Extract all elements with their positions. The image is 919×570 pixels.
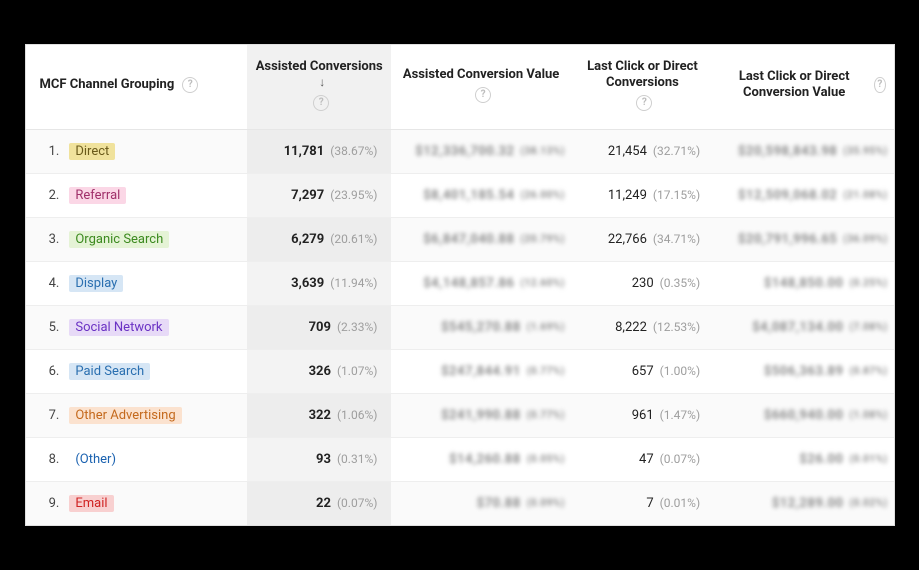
row-acv-obscured: $12,336,700.32(38.13%) [391, 129, 570, 173]
row-assisted: 709(2.33%) [247, 305, 391, 349]
table-header-row: MCF Channel Grouping ? Assisted Conversi… [26, 45, 894, 129]
row-lcv-obscured: $4,087,134.00(7.08%) [714, 305, 893, 349]
row-channel[interactable]: Organic Search [61, 217, 247, 261]
channel-badge: (Other) [69, 451, 122, 468]
channel-badge: Direct [69, 143, 115, 160]
row-last: 230(0.35%) [571, 261, 714, 305]
row-lcv-obscured: $148,850.00(0.25%) [714, 261, 893, 305]
row-last: 11,249(17.15%) [571, 173, 714, 217]
channel-badge: Display [69, 275, 123, 292]
table-row[interactable]: 8. (Other) 93(0.31%)$14,260.88(0.05%)47(0.… [26, 437, 894, 481]
row-lcv-obscured: $20,598,843.98(35.95%) [714, 129, 893, 173]
row-acv-obscured: $545,270.88(1.69%) [391, 305, 570, 349]
row-assisted: 6,279(20.61%) [247, 217, 391, 261]
row-rank: 3. [26, 217, 62, 261]
row-assisted: 326(1.07%) [247, 349, 391, 393]
col-header-lcv-label: Last Click or Direct Conversion Value [722, 69, 866, 100]
col-header-last[interactable]: Last Click or Direct Conversions ? [571, 45, 714, 129]
help-icon[interactable]: ? [636, 95, 652, 111]
channel-badge: Social Network [69, 319, 168, 336]
sort-desc-icon: ↓ [319, 75, 325, 89]
help-icon[interactable]: ? [182, 77, 198, 93]
row-acv-obscured: $4,148,857.86(12.60%) [391, 261, 570, 305]
channel-badge: Referral [69, 187, 126, 204]
col-header-channel[interactable]: MCF Channel Grouping ? [26, 45, 247, 129]
table-row[interactable]: 2. Referral 7,297(23.95%)$8,401,185.54(26.… [26, 173, 894, 217]
row-last: 7(0.01%) [571, 481, 714, 525]
channel-badge: Paid Search [69, 363, 150, 380]
row-lcv-obscured: $660,940.00(1.08%) [714, 393, 893, 437]
mcf-table: MCF Channel Grouping ? Assisted Conversi… [26, 45, 894, 524]
table-row[interactable]: 7. Other Advertising 322(1.06%)$241,990.88… [26, 393, 894, 437]
row-acv-obscured: $8,401,185.54(26.00%) [391, 173, 570, 217]
row-lcv-obscured: $12,509,068.02(21.08%) [714, 173, 893, 217]
help-icon[interactable]: ? [874, 77, 885, 93]
table-row[interactable]: 5. Social Network 709(2.33%)$545,270.88(1.… [26, 305, 894, 349]
row-last: 8,222(12.53%) [571, 305, 714, 349]
row-rank: 2. [26, 173, 62, 217]
row-lcv-obscured: $506,363.89(0.87%) [714, 349, 893, 393]
row-channel[interactable]: Email [61, 481, 247, 525]
channel-badge: Other Advertising [69, 407, 181, 424]
col-header-assisted[interactable]: Assisted Conversions ↓ ? [247, 45, 391, 129]
row-acv-obscured: $247,844.91(0.77%) [391, 349, 570, 393]
col-header-acv[interactable]: Assisted Conversion Value ? [391, 45, 570, 129]
row-channel[interactable]: Other Advertising [61, 393, 247, 437]
row-rank: 6. [26, 349, 62, 393]
row-last: 961(1.47%) [571, 393, 714, 437]
row-rank: 7. [26, 393, 62, 437]
table-row[interactable]: 9. Email 22(0.07%)$70.88(0.09%)7(0.01%)$12… [26, 481, 894, 525]
row-channel[interactable]: Referral [61, 173, 247, 217]
row-assisted: 322(1.06%) [247, 393, 391, 437]
row-lcv-obscured: $20,791,996.65(36.09%) [714, 217, 893, 261]
row-assisted: 3,639(11.94%) [247, 261, 391, 305]
row-last: 21,454(32.71%) [571, 129, 714, 173]
row-acv-obscured: $70.88(0.09%) [391, 481, 570, 525]
row-rank: 9. [26, 481, 62, 525]
row-assisted: 7,297(23.95%) [247, 173, 391, 217]
channel-badge: Organic Search [69, 231, 169, 248]
row-assisted: 22(0.07%) [247, 481, 391, 525]
row-lcv-obscured: $26.00(0.01%) [714, 437, 893, 481]
help-icon[interactable]: ? [475, 87, 491, 103]
col-header-acv-label: Assisted Conversion Value [403, 67, 559, 83]
row-rank: 5. [26, 305, 62, 349]
table-row[interactable]: 1. Direct 11,781(38.67%)$12,336,700.32(38.… [26, 129, 894, 173]
row-lcv-obscured: $12,289.00(0.02%) [714, 481, 893, 525]
row-assisted: 93(0.31%) [247, 437, 391, 481]
table-row[interactable]: 3. Organic Search 6,279(20.61%)$6,847,040.… [26, 217, 894, 261]
row-rank: 4. [26, 261, 62, 305]
row-acv-obscured: $241,990.88(0.77%) [391, 393, 570, 437]
row-last: 657(1.00%) [571, 349, 714, 393]
channel-badge: Email [69, 495, 113, 512]
help-icon[interactable]: ? [313, 95, 329, 111]
row-assisted: 11,781(38.67%) [247, 129, 391, 173]
row-last: 22,766(34.71%) [571, 217, 714, 261]
row-channel[interactable]: Paid Search [61, 349, 247, 393]
row-rank: 8. [26, 437, 62, 481]
col-header-lcv[interactable]: Last Click or Direct Conversion Value ? [714, 45, 893, 129]
row-channel[interactable]: (Other) [61, 437, 247, 481]
row-channel[interactable]: Direct [61, 129, 247, 173]
row-last: 47(0.07%) [571, 437, 714, 481]
row-acv-obscured: $14,260.88(0.05%) [391, 437, 570, 481]
row-channel[interactable]: Social Network [61, 305, 247, 349]
table-row[interactable]: 4. Display 3,639(11.94%)$4,148,857.86(12.6… [26, 261, 894, 305]
row-channel[interactable]: Display [61, 261, 247, 305]
col-header-channel-label: MCF Channel Grouping [40, 77, 175, 93]
row-rank: 1. [26, 129, 62, 173]
col-header-assisted-label: Assisted Conversions [256, 59, 383, 74]
table-row[interactable]: 6. Paid Search 326(1.07%)$247,844.91(0.77%… [26, 349, 894, 393]
col-header-last-label: Last Click or Direct Conversions [579, 59, 706, 90]
row-acv-obscured: $6,847,040.88(20.79%) [391, 217, 570, 261]
mcf-report-panel: MCF Channel Grouping ? Assisted Conversi… [25, 44, 895, 525]
